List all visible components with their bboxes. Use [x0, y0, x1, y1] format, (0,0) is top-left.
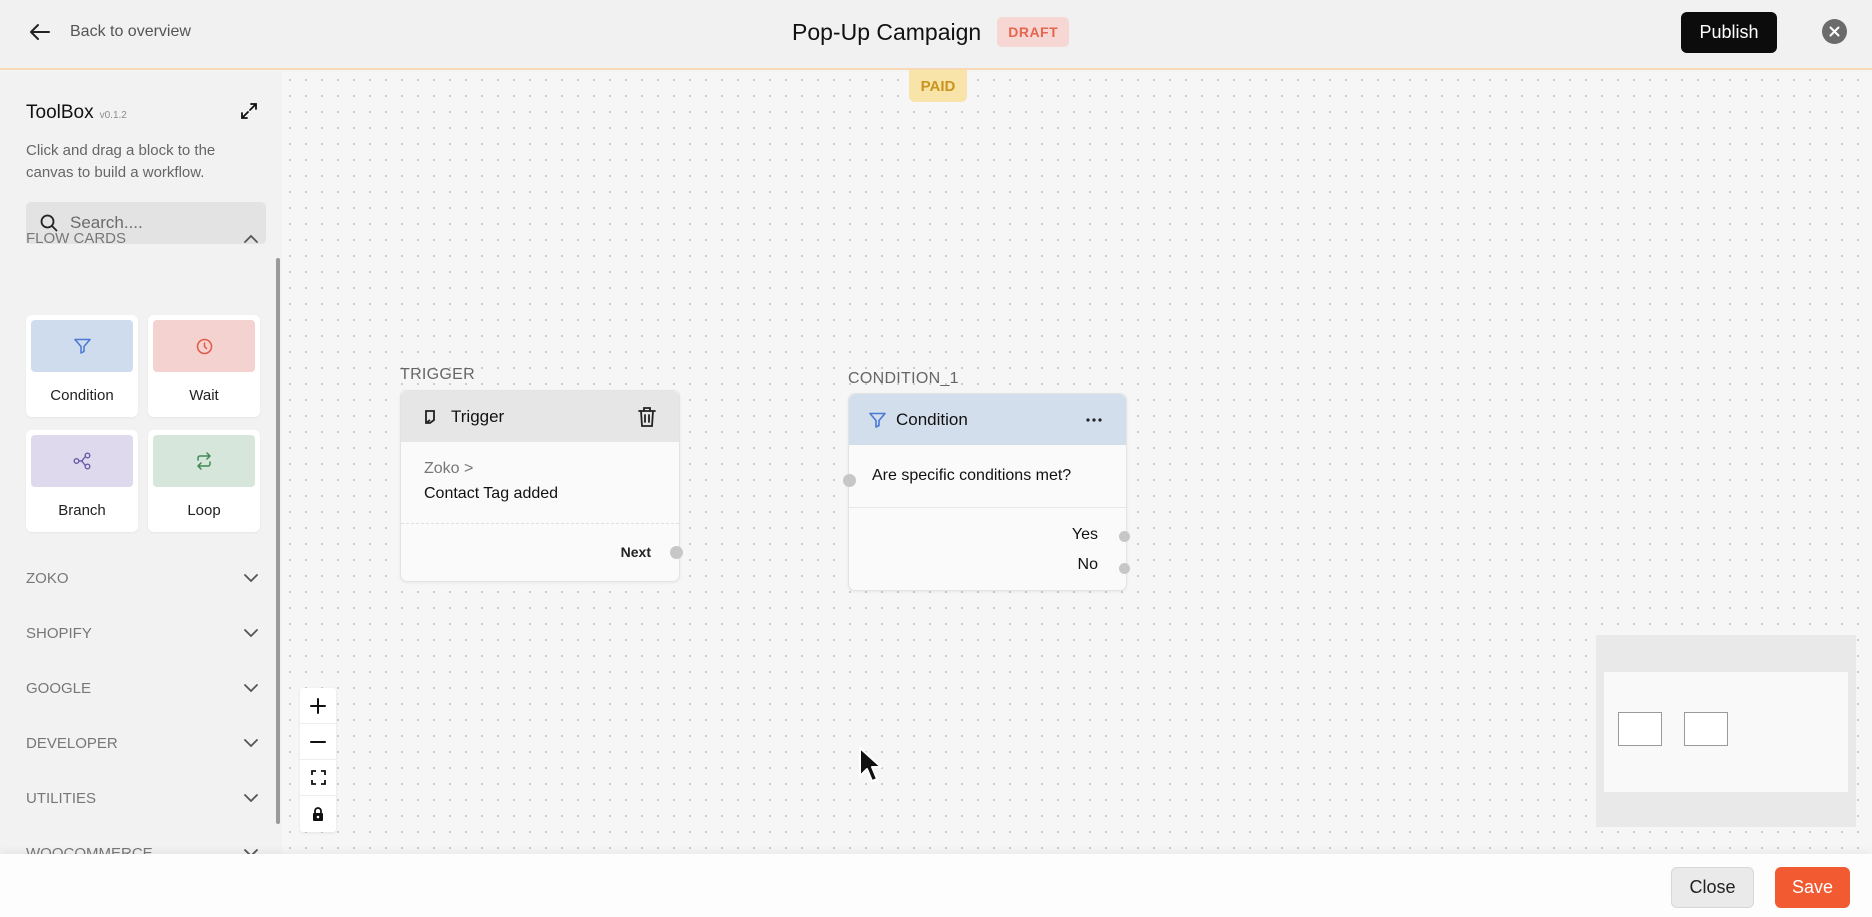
trigger-event: Contact Tag added [424, 485, 559, 502]
section-woocommerce[interactable]: WOOCOMMERCE [26, 845, 258, 854]
toolbox-title: ToolBox [26, 102, 94, 123]
section-shopify[interactable]: SHOPIFY [26, 625, 258, 642]
flow-card-label: Branch [58, 502, 106, 519]
minimap[interactable] [1596, 635, 1856, 827]
more-options-icon[interactable] [1086, 417, 1102, 422]
mouse-cursor-icon [859, 747, 882, 782]
trigger-node-tag: TRIGGER [400, 366, 475, 383]
save-button[interactable]: Save [1775, 867, 1850, 908]
condition-node-title: Condition [896, 409, 968, 429]
arrow-left-icon [30, 24, 50, 40]
minimap-viewport [1604, 672, 1848, 792]
section-google[interactable]: GOOGLE [26, 680, 258, 697]
flow-card-tile [31, 320, 133, 372]
condition-divider [849, 507, 1126, 508]
minimap-node [1618, 712, 1662, 746]
bottom-bar: Close Save [0, 854, 1872, 917]
section-label: GOOGLE [26, 680, 92, 697]
trigger-icon [425, 409, 435, 424]
chevron-down-icon [244, 629, 258, 638]
zoom-out-button[interactable] [300, 724, 336, 760]
section-label: UTILITIES [26, 790, 97, 807]
section-utilities[interactable]: UTILITIES [26, 790, 258, 807]
close-icon[interactable] [1822, 19, 1847, 44]
trigger-source: Zoko > [424, 460, 474, 477]
expand-icon[interactable] [240, 102, 258, 120]
title-group: Pop-Up Campaign DRAFT [792, 17, 1070, 47]
trigger-divider [401, 523, 679, 524]
sidebar-scrollbar[interactable] [276, 258, 280, 824]
condition-node-header: Condition [849, 394, 1126, 445]
fit-view-icon [310, 770, 326, 785]
clock-icon [196, 338, 212, 354]
section-label: FLOW CARDS [26, 230, 127, 247]
toolbox-heading: ToolBox v0.1.2 [26, 102, 127, 124]
plus-icon [310, 697, 326, 714]
condition-no-handle[interactable] [1119, 563, 1130, 574]
flow-card-label: Loop [187, 502, 221, 519]
minimap-node [1684, 712, 1728, 746]
chevron-down-icon [244, 739, 258, 748]
toolbox-version: v0.1.2 [99, 110, 127, 121]
section-label: WOOCOMMERCE [26, 845, 153, 854]
zoom-in-button[interactable] [300, 688, 336, 724]
flow-card-wait[interactable]: Wait [148, 315, 260, 417]
loop-icon [197, 452, 211, 470]
flow-card-loop[interactable]: Loop [148, 430, 260, 532]
condition-yes-label: Yes [1071, 526, 1098, 543]
flow-card-tile [31, 435, 133, 487]
chevron-down-icon [244, 574, 258, 583]
back-to-overview-link[interactable]: Back to overview [28, 20, 191, 44]
fit-view-button[interactable] [300, 760, 336, 796]
trigger-node-header: Trigger [401, 391, 679, 442]
flow-card-condition[interactable]: Condition [26, 315, 138, 417]
chevron-down-icon [244, 794, 258, 803]
trigger-next-handle[interactable] [670, 546, 683, 559]
section-zoko[interactable]: ZOKO [26, 570, 258, 587]
lock-icon [313, 807, 323, 821]
section-label: DEVELOPER [26, 735, 118, 752]
publish-button[interactable]: Publish [1681, 12, 1777, 53]
back-label: Back to overview [70, 23, 191, 40]
top-header: Back to overview Pop-Up Campaign DRAFT P… [0, 0, 1872, 70]
section-flow-cards[interactable]: FLOW CARDS [26, 230, 258, 247]
condition-question: Are specific conditions met? [872, 467, 1072, 484]
condition-yes-handle[interactable] [1119, 531, 1130, 542]
trigger-node[interactable]: Trigger Zoko > Contact Tag added Next [400, 390, 680, 582]
section-label: SHOPIFY [26, 625, 92, 642]
plan-badge: PAID [909, 70, 967, 102]
minus-icon [310, 740, 326, 743]
filter-icon [73, 338, 91, 354]
condition-node-tag: CONDITION_1 [848, 370, 959, 387]
condition-no-label: No [1077, 556, 1098, 573]
page-title: Pop-Up Campaign [792, 18, 982, 45]
flow-card-branch[interactable]: Branch [26, 430, 138, 532]
branch-icon [73, 452, 91, 470]
trigger-node-title: Trigger [451, 406, 505, 426]
flow-card-label: Wait [189, 387, 219, 404]
section-developer[interactable]: DEVELOPER [26, 735, 258, 752]
chevron-down-icon [244, 684, 258, 693]
condition-node[interactable]: Condition Are specific conditions met? Y… [848, 393, 1127, 591]
chevron-up-icon [244, 234, 258, 243]
status-badge: DRAFT [997, 17, 1070, 47]
close-button[interactable]: Close [1671, 867, 1754, 908]
flow-card-label: Condition [50, 387, 114, 404]
toolbox-sidebar: ToolBox v0.1.2 Click and drag a block to… [0, 72, 282, 854]
condition-input-handle[interactable] [843, 474, 856, 487]
zoom-controls [300, 688, 336, 832]
flow-card-tile [153, 435, 255, 487]
filter-icon [869, 412, 886, 428]
trigger-next-label: Next [620, 544, 651, 560]
toolbox-description: Click and drag a block to the canvas to … [26, 142, 216, 181]
flow-card-tile [153, 320, 255, 372]
trash-icon[interactable] [637, 406, 657, 428]
lock-button[interactable] [300, 796, 336, 832]
section-label: ZOKO [26, 570, 69, 587]
